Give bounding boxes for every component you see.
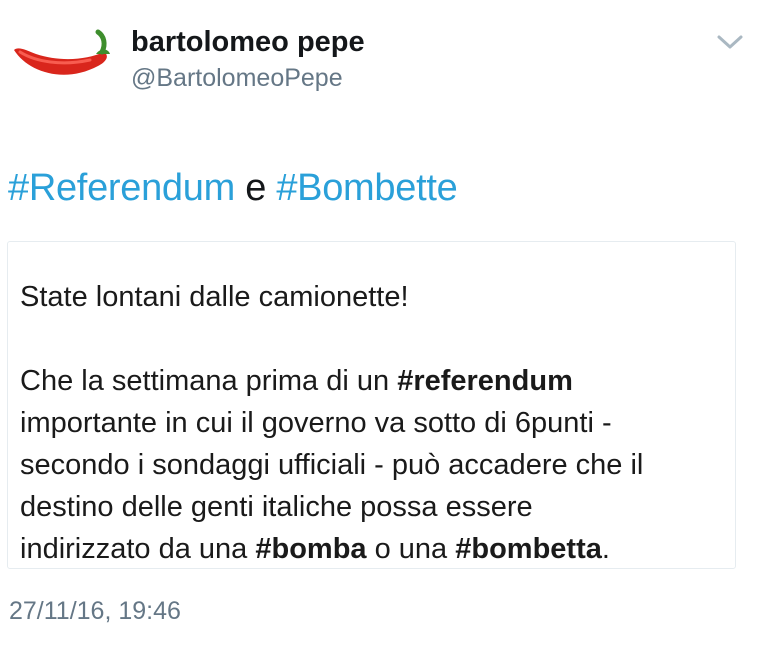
card-text: secondo i sondaggi ufficiali - può accad… [20, 449, 644, 481]
card-text: Che la settimana prima di un [20, 365, 398, 397]
card-hashtag-bombetta: #bombetta [455, 533, 602, 565]
tweet-text: #Referendum e #Bombette [8, 167, 458, 210]
card-text: o una [366, 533, 456, 565]
avatar[interactable] [6, 28, 112, 90]
card-text: destino delle genti italiche possa esser… [20, 491, 533, 523]
tweet-timestamp[interactable]: 27/11/16, 19:46 [9, 597, 181, 626]
card-paragraph-2: Che la settimana prima di un #referendum… [20, 360, 731, 570]
card-line-1: State lontani dalle camionette! [20, 281, 409, 313]
card-hashtag-referendum: #referendum [397, 365, 573, 397]
card-text: importante in cui il governo va sotto di… [20, 407, 612, 439]
quoted-card[interactable]: State lontani dalle camionette! Che la s… [7, 241, 736, 569]
card-hashtag-bomba: #bomba [255, 533, 367, 565]
card-content: State lontani dalle camionette! Che la s… [20, 276, 731, 570]
card-text: . [601, 533, 610, 565]
chevron-down-icon[interactable] [716, 32, 744, 52]
hashtag-bombette[interactable]: #Bombette [276, 167, 457, 209]
author-name[interactable]: bartolomeo pepe [131, 26, 365, 59]
card-text: indirizzato da una [20, 533, 256, 565]
chili-pepper-icon [14, 29, 110, 75]
tweet-connector: e [245, 167, 267, 209]
author-handle[interactable]: @BartolomeoPepe [131, 64, 343, 93]
hashtag-referendum[interactable]: #Referendum [8, 167, 235, 209]
